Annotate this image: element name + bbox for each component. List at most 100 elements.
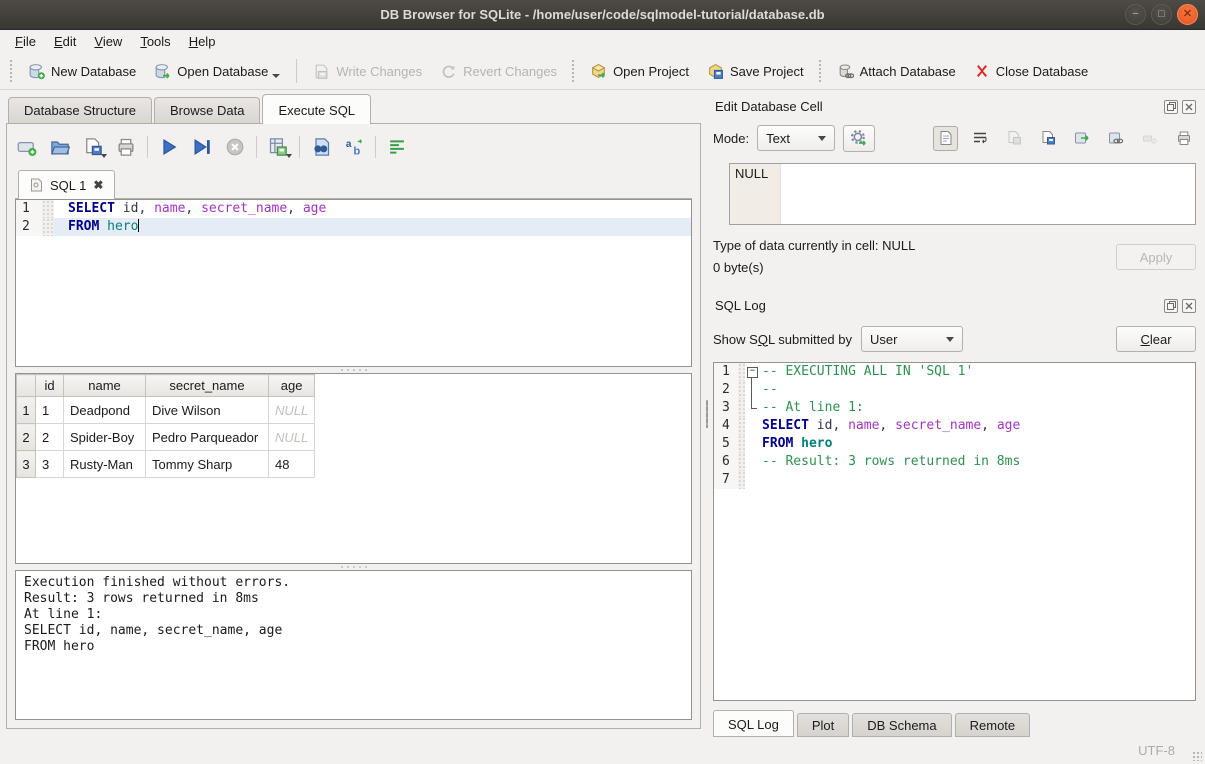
- fold-spacer: [745, 471, 760, 489]
- row-header[interactable]: 1: [17, 397, 36, 424]
- close-dock-icon[interactable]: [1182, 299, 1196, 313]
- cell-secret-name[interactable]: Tommy Sharp: [146, 451, 269, 478]
- tab-database-structure[interactable]: Database Structure: [8, 97, 152, 123]
- attach-database-icon: [837, 63, 854, 80]
- cell-age[interactable]: NULL: [269, 424, 315, 451]
- text-mode-icon[interactable]: [933, 126, 958, 151]
- fold-spacer: [745, 435, 760, 453]
- link-cell-icon[interactable]: [1103, 126, 1128, 151]
- float-dock-icon[interactable]: [1164, 100, 1178, 114]
- tab-db-schema[interactable]: DB Schema: [852, 713, 951, 737]
- cell-name[interactable]: Spider-Boy: [64, 424, 146, 451]
- message-line: SELECT id, name, secret_name, age: [24, 623, 683, 639]
- cell-age[interactable]: 48: [269, 451, 315, 478]
- cell-value-editor[interactable]: NULL: [729, 163, 1196, 225]
- menu-view[interactable]: View: [85, 32, 131, 51]
- tab-sql-log[interactable]: SQL Log: [713, 710, 794, 737]
- minimize-button[interactable]: −: [1125, 4, 1146, 25]
- find-icon[interactable]: [311, 137, 331, 157]
- menu-file[interactable]: File: [6, 32, 45, 51]
- menu-edit[interactable]: Edit: [45, 32, 85, 51]
- save-results-dropdown-caret[interactable]: [286, 154, 292, 158]
- close-dock-icon[interactable]: [1182, 100, 1196, 114]
- mode-combobox[interactable]: Text: [757, 125, 835, 151]
- print-sql-icon[interactable]: [116, 137, 136, 157]
- close-sql-tab-icon[interactable]: ✖: [93, 178, 103, 192]
- cell-secret-name[interactable]: Dive Wilson: [146, 397, 269, 424]
- menu-tools[interactable]: Tools: [131, 32, 179, 51]
- log-line: 4 SELECT id, name, secret_name, age: [714, 417, 1195, 435]
- cell-id[interactable]: 3: [36, 451, 64, 478]
- export-cell-icon[interactable]: [1069, 126, 1094, 151]
- toolbar-drag-handle[interactable]: [818, 59, 823, 83]
- float-dock-icon[interactable]: [1164, 299, 1178, 313]
- cell-id[interactable]: 1: [36, 397, 64, 424]
- encoding-indicator[interactable]: UTF-8: [1138, 743, 1175, 758]
- sql-editor-line: 2 FROM hero: [16, 218, 691, 236]
- resize-grip[interactable]: [1192, 751, 1202, 761]
- sql-log-view[interactable]: 1 -- EXECUTING ALL IN 'SQL 1' 2 -- 3 -- …: [713, 362, 1196, 701]
- close-database-button[interactable]: Close Database: [965, 58, 1098, 84]
- format-sql-icon[interactable]: [387, 137, 407, 157]
- open-database-dropdown-caret[interactable]: [272, 74, 280, 78]
- column-header-id[interactable]: id: [36, 375, 64, 397]
- write-changes-icon: [313, 63, 330, 80]
- sql-editor[interactable]: 1 SELECT id, name, secret_name, age 2 FR…: [15, 199, 692, 367]
- auto-switch-mode-button[interactable]: [843, 125, 875, 152]
- close-button[interactable]: ✕: [1177, 4, 1198, 25]
- print-cell-icon[interactable]: [1171, 126, 1196, 151]
- open-database-button[interactable]: Open Database: [145, 58, 289, 85]
- mode-value: Text: [766, 131, 790, 146]
- maximize-button[interactable]: □: [1151, 4, 1172, 25]
- cell-id[interactable]: 2: [36, 424, 64, 451]
- menu-help[interactable]: Help: [180, 32, 225, 51]
- execute-all-icon[interactable]: [159, 137, 179, 157]
- toolbar-drag-handle[interactable]: [571, 59, 576, 83]
- main-vertical-splitter[interactable]: [703, 90, 711, 737]
- message-line: Result: 3 rows returned in 8ms: [24, 591, 683, 607]
- cell-editor-gutter: NULL: [730, 164, 781, 224]
- submitted-by-combobox[interactable]: User: [861, 326, 963, 352]
- row-header[interactable]: 2: [17, 424, 36, 451]
- row-header[interactable]: 3: [17, 451, 36, 478]
- cell-name[interactable]: Rusty-Man: [64, 451, 146, 478]
- cell-name[interactable]: Deadpond: [64, 397, 146, 424]
- revert-changes-button: Revert Changes: [431, 58, 566, 85]
- corner-header[interactable]: [17, 375, 36, 397]
- results-message-splitter[interactable]: [15, 564, 692, 570]
- cell-secret-name[interactable]: Pedro Parqueador: [146, 424, 269, 451]
- column-header-age[interactable]: age: [269, 375, 315, 397]
- tab-remote[interactable]: Remote: [955, 713, 1031, 737]
- find-replace-icon[interactable]: ab: [344, 137, 364, 157]
- stop-execution-icon: [225, 137, 245, 157]
- open-sql-file-icon[interactable]: [50, 137, 70, 157]
- tab-plot[interactable]: Plot: [797, 713, 849, 737]
- save-cell-data-icon[interactable]: [1035, 126, 1060, 151]
- open-sql-tab-icon[interactable]: [17, 137, 37, 157]
- code-line: SELECT id, name, secret_name, age: [760, 417, 1195, 435]
- attach-database-button[interactable]: Attach Database: [828, 58, 965, 85]
- toolbar-drag-handle[interactable]: [9, 59, 14, 83]
- open-project-button[interactable]: Open Project: [581, 58, 698, 85]
- save-sql-file-icon[interactable]: [83, 137, 103, 157]
- save-project-button[interactable]: Save Project: [698, 58, 813, 85]
- cell-age[interactable]: NULL: [269, 397, 315, 424]
- open-project-icon: [590, 63, 607, 80]
- new-database-button[interactable]: New Database: [19, 58, 145, 85]
- write-changes-button: Write Changes: [304, 58, 431, 85]
- tab-browse-data[interactable]: Browse Data: [154, 97, 260, 123]
- fold-collapse-icon[interactable]: [745, 363, 760, 381]
- column-header-secret-name[interactable]: secret_name: [146, 375, 269, 397]
- clear-log-button[interactable]: Clear: [1116, 326, 1196, 352]
- tab-execute-sql[interactable]: Execute SQL: [262, 94, 371, 124]
- message-line: Execution finished without errors.: [24, 575, 683, 591]
- editor-results-splitter[interactable]: [15, 367, 692, 373]
- save-sql-dropdown-caret[interactable]: [101, 154, 107, 158]
- fold-margin: [738, 399, 745, 417]
- execution-message-box[interactable]: Execution finished without errors. Resul…: [15, 570, 692, 720]
- word-wrap-icon[interactable]: [967, 126, 992, 151]
- execute-current-line-icon[interactable]: [192, 137, 212, 157]
- save-results-icon[interactable]: [268, 137, 288, 157]
- sql-doc-tab[interactable]: SQL 1 ✖: [18, 170, 115, 199]
- column-header-name[interactable]: name: [64, 375, 146, 397]
